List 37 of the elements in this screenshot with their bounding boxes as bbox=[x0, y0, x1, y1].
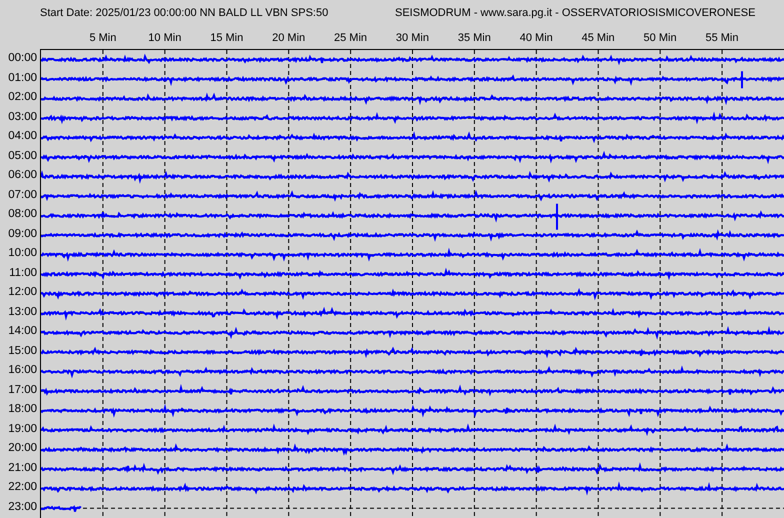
minute-label: 50 Min bbox=[644, 32, 677, 45]
hour-label: 12:00 bbox=[7, 285, 38, 300]
hour-label: 07:00 bbox=[7, 188, 38, 202]
station-title: SEISMODRUM - www.sara.pg.it - OSSERVATORIOSISMICOVERONESE bbox=[395, 7, 756, 20]
minute-label: 15 Min bbox=[210, 32, 244, 45]
hour-label: 03:00 bbox=[7, 110, 38, 124]
minute-label: 45 Min bbox=[582, 32, 615, 45]
minute-label: 10 Min bbox=[148, 32, 182, 45]
hour-label: 02:00 bbox=[7, 90, 38, 105]
hour-label: 13:00 bbox=[7, 304, 38, 320]
hour-label: 11:00 bbox=[8, 266, 38, 280]
hour-label: 09:00 bbox=[7, 226, 38, 242]
minute-label: 30 Min bbox=[396, 32, 429, 45]
hour-label: 16:00 bbox=[7, 363, 38, 378]
hour-label: 08:00 bbox=[7, 207, 38, 222]
minute-label: 20 Min bbox=[272, 32, 306, 45]
hour-label: 17:00 bbox=[7, 382, 38, 398]
hour-label: 21:00 bbox=[7, 460, 38, 476]
hour-label: 20:00 bbox=[7, 441, 38, 456]
hour-label: 22:00 bbox=[7, 480, 38, 495]
hour-label: 10:00 bbox=[7, 246, 38, 261]
minute-label: 25 Min bbox=[334, 32, 368, 45]
hour-label: 19:00 bbox=[7, 422, 38, 436]
hour-label: 01:00 bbox=[7, 70, 38, 86]
minute-label: 40 Min bbox=[520, 32, 553, 45]
minute-label: 5 Min bbox=[89, 32, 116, 45]
hour-label: 15:00 bbox=[7, 344, 38, 358]
hour-label: 04:00 bbox=[7, 129, 38, 144]
minute-label: 35 Min bbox=[458, 32, 491, 45]
hour-label: 06:00 bbox=[7, 168, 38, 183]
minute-label: 55 Min bbox=[705, 32, 738, 45]
hour-label: 18:00 bbox=[7, 402, 38, 417]
hour-label: 23:00 bbox=[7, 500, 38, 514]
recording-info: Start Date: 2025/01/23 00:00:00 NN BALD LL VBN SPS:50 bbox=[40, 7, 330, 20]
hour-label: 05:00 bbox=[7, 148, 38, 164]
hour-label: 14:00 bbox=[7, 324, 38, 339]
hour-label: 00:00 bbox=[7, 51, 38, 66]
